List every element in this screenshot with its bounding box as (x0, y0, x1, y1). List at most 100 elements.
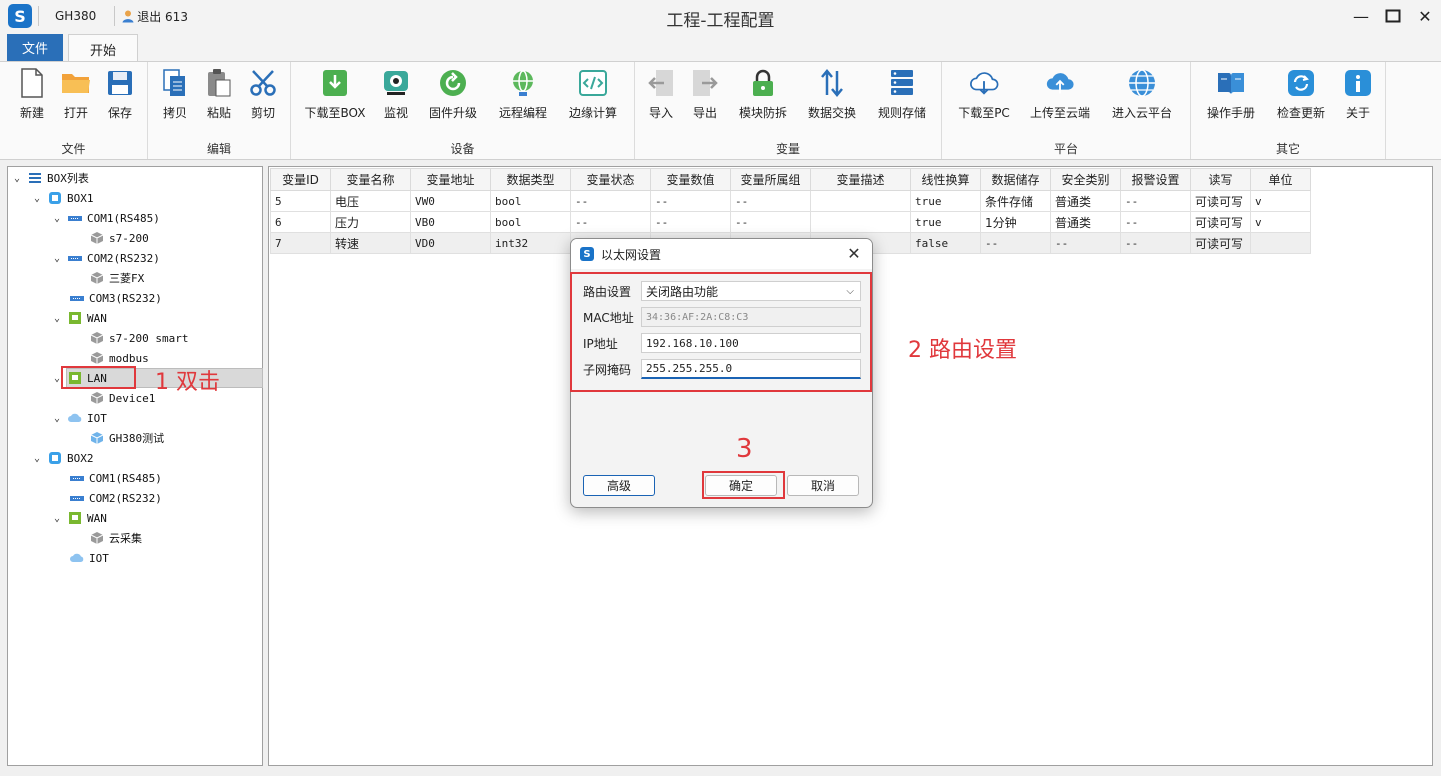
edge-computing-button[interactable]: 边缘计算 (563, 68, 623, 128)
tree-device-s7-200-smart[interactable]: s7-200 smart (90, 328, 188, 348)
export-button[interactable]: 导出 (675, 68, 735, 128)
column-header[interactable]: 数据储存 (980, 168, 1051, 191)
table-cell: -- (570, 211, 651, 233)
chevron-down-icon[interactable]: ⌄ (32, 453, 42, 464)
tree-box1-com1[interactable]: ⌄ COM1(RS485) (52, 208, 160, 228)
tree-device-modbus[interactable]: modbus (90, 348, 149, 368)
tab-start[interactable]: 开始 (68, 34, 138, 63)
cut-button[interactable]: 剪切 (233, 68, 293, 128)
tree-box2-iot[interactable]: IOT (70, 548, 109, 568)
ribbon-tabs: 文件 开始 (0, 32, 1441, 63)
about-button[interactable]: 关于 (1328, 68, 1388, 128)
download-to-pc-button[interactable]: 下载至PC (954, 68, 1014, 128)
upload-to-cloud-button[interactable]: 上传至云端 (1030, 68, 1090, 128)
tree-box1-wan[interactable]: ⌄ WAN (52, 308, 107, 328)
tree-box2-wan[interactable]: ⌄ WAN (52, 508, 107, 528)
table-row[interactable]: 5 电压 VW0 bool -- -- -- true 条件存储 普通类 -- … (270, 190, 1311, 212)
column-header[interactable]: 安全类别 (1050, 168, 1121, 191)
minimize-button[interactable]: — (1345, 0, 1377, 32)
column-header[interactable]: 数据类型 (490, 168, 571, 191)
group-label-device: 设备 (450, 142, 475, 156)
chevron-down-icon[interactable]: ⌄ (52, 513, 62, 524)
table-cell: 1分钟 (980, 211, 1051, 233)
group-label-platform: 平台 (1053, 142, 1078, 156)
download-to-box-button[interactable]: 下载至BOX (304, 68, 366, 128)
serial-port-icon (70, 496, 84, 501)
table-cell: 5 (270, 190, 331, 212)
table-cell: -- (730, 190, 811, 212)
box-icon (49, 192, 61, 204)
tree-device-mitsubishi[interactable]: 三菱FX (90, 268, 144, 288)
chevron-down-icon[interactable]: ⌄ (52, 413, 62, 424)
chevron-down-icon[interactable]: ⌄ (52, 253, 62, 264)
column-header[interactable]: 变量所属组 (730, 168, 811, 191)
column-header[interactable]: 读写 (1190, 168, 1251, 191)
enter-cloud-platform-button[interactable]: 进入云平台 (1112, 68, 1172, 128)
chevron-down-icon[interactable]: ⌄ (52, 313, 62, 324)
serial-port-icon (68, 216, 82, 221)
table-header-row: 变量ID 变量名称 变量地址 数据类型 变量状态 变量数值 变量所属组 变量描述… (270, 168, 1311, 191)
window-title: 工程-工程配置 (666, 11, 775, 31)
cancel-button[interactable]: 取消 (787, 475, 859, 496)
table-cell: 电压 (330, 190, 411, 212)
advanced-button[interactable]: 高级 (583, 475, 655, 496)
tree-box2[interactable]: ⌄ BOX2 (32, 448, 94, 468)
maximize-button[interactable] (1377, 0, 1409, 32)
app-logo-icon: S (8, 4, 32, 28)
info-icon (1343, 68, 1373, 98)
table-cell: -- (1120, 190, 1191, 212)
chevron-down-icon[interactable]: ⌄ (52, 213, 62, 224)
column-header[interactable]: 报警设置 (1120, 168, 1191, 191)
table-row[interactable]: 6 压力 VB0 bool -- -- -- true 1分钟 普通类 -- 可… (270, 211, 1311, 233)
group-label-file: 文件 (61, 142, 86, 156)
table-cell (810, 211, 911, 233)
dialog-close-button[interactable]: ✕ (844, 244, 864, 263)
remote-programming-button[interactable]: 远程编程 (493, 68, 553, 128)
annotation-step-3: 3 (736, 434, 753, 464)
save-disk-icon (105, 68, 135, 98)
monitor-button[interactable]: 监视 (366, 68, 426, 128)
download-box-icon (320, 68, 350, 98)
tree-device-gh380-test[interactable]: GH380测试 (90, 428, 164, 448)
table-cell: -- (570, 190, 651, 212)
table-cell: VD0 (410, 232, 491, 254)
group-other: 操作手册 检查更新 关于 其它 (1191, 62, 1386, 159)
column-header[interactable]: 变量描述 (810, 168, 911, 191)
logout-user-button[interactable]: 退出 613 (121, 8, 188, 25)
column-header[interactable]: 变量数值 (650, 168, 731, 191)
table-cell: -- (1050, 232, 1121, 254)
new-file-icon (17, 68, 47, 98)
column-header[interactable]: 变量状态 (570, 168, 651, 191)
table-cell: v (1250, 211, 1311, 233)
tree-device-cloud-collect[interactable]: 云采集 (90, 528, 142, 548)
tree-box1-com2[interactable]: ⌄ COM2(RS232) (52, 248, 160, 268)
tree-device-s7-200[interactable]: s7-200 (90, 228, 149, 248)
tab-file[interactable]: 文件 (7, 34, 63, 61)
column-header[interactable]: 变量地址 (410, 168, 491, 191)
check-update-button[interactable]: 检查更新 (1271, 68, 1331, 128)
tree-box2-com2[interactable]: COM2(RS232) (70, 488, 162, 508)
table-cell: 7 (270, 232, 331, 254)
rule-storage-button[interactable]: 规则存储 (872, 68, 932, 128)
import-icon (646, 68, 676, 98)
firmware-upgrade-button[interactable]: 固件升级 (423, 68, 483, 128)
chevron-down-icon[interactable]: ⌄ (12, 173, 22, 184)
copy-icon (160, 68, 190, 98)
tree-root[interactable]: ⌄ BOX列表 (12, 168, 89, 188)
tree-box1[interactable]: ⌄ BOX1 (32, 188, 94, 208)
column-header[interactable]: 线性换算 (910, 168, 981, 191)
tree-box1-com3[interactable]: COM3(RS232) (70, 288, 162, 308)
tree-box2-com1[interactable]: COM1(RS485) (70, 468, 162, 488)
tree-device-device1[interactable]: Device1 (90, 388, 155, 408)
column-header[interactable]: 单位 (1250, 168, 1311, 191)
column-header[interactable]: 变量名称 (330, 168, 411, 191)
chevron-down-icon[interactable]: ⌄ (32, 193, 42, 204)
operation-manual-button[interactable]: 操作手册 (1201, 68, 1261, 128)
save-button[interactable]: 保存 (90, 68, 150, 128)
close-button[interactable]: ✕ (1409, 0, 1441, 32)
column-header[interactable]: 变量ID (270, 168, 331, 191)
annotation-box-lan (61, 366, 136, 389)
module-protect-button[interactable]: 模块防拆 (733, 68, 793, 128)
data-exchange-button[interactable]: 数据交换 (802, 68, 862, 128)
tree-box1-iot[interactable]: ⌄ IOT (52, 408, 107, 428)
